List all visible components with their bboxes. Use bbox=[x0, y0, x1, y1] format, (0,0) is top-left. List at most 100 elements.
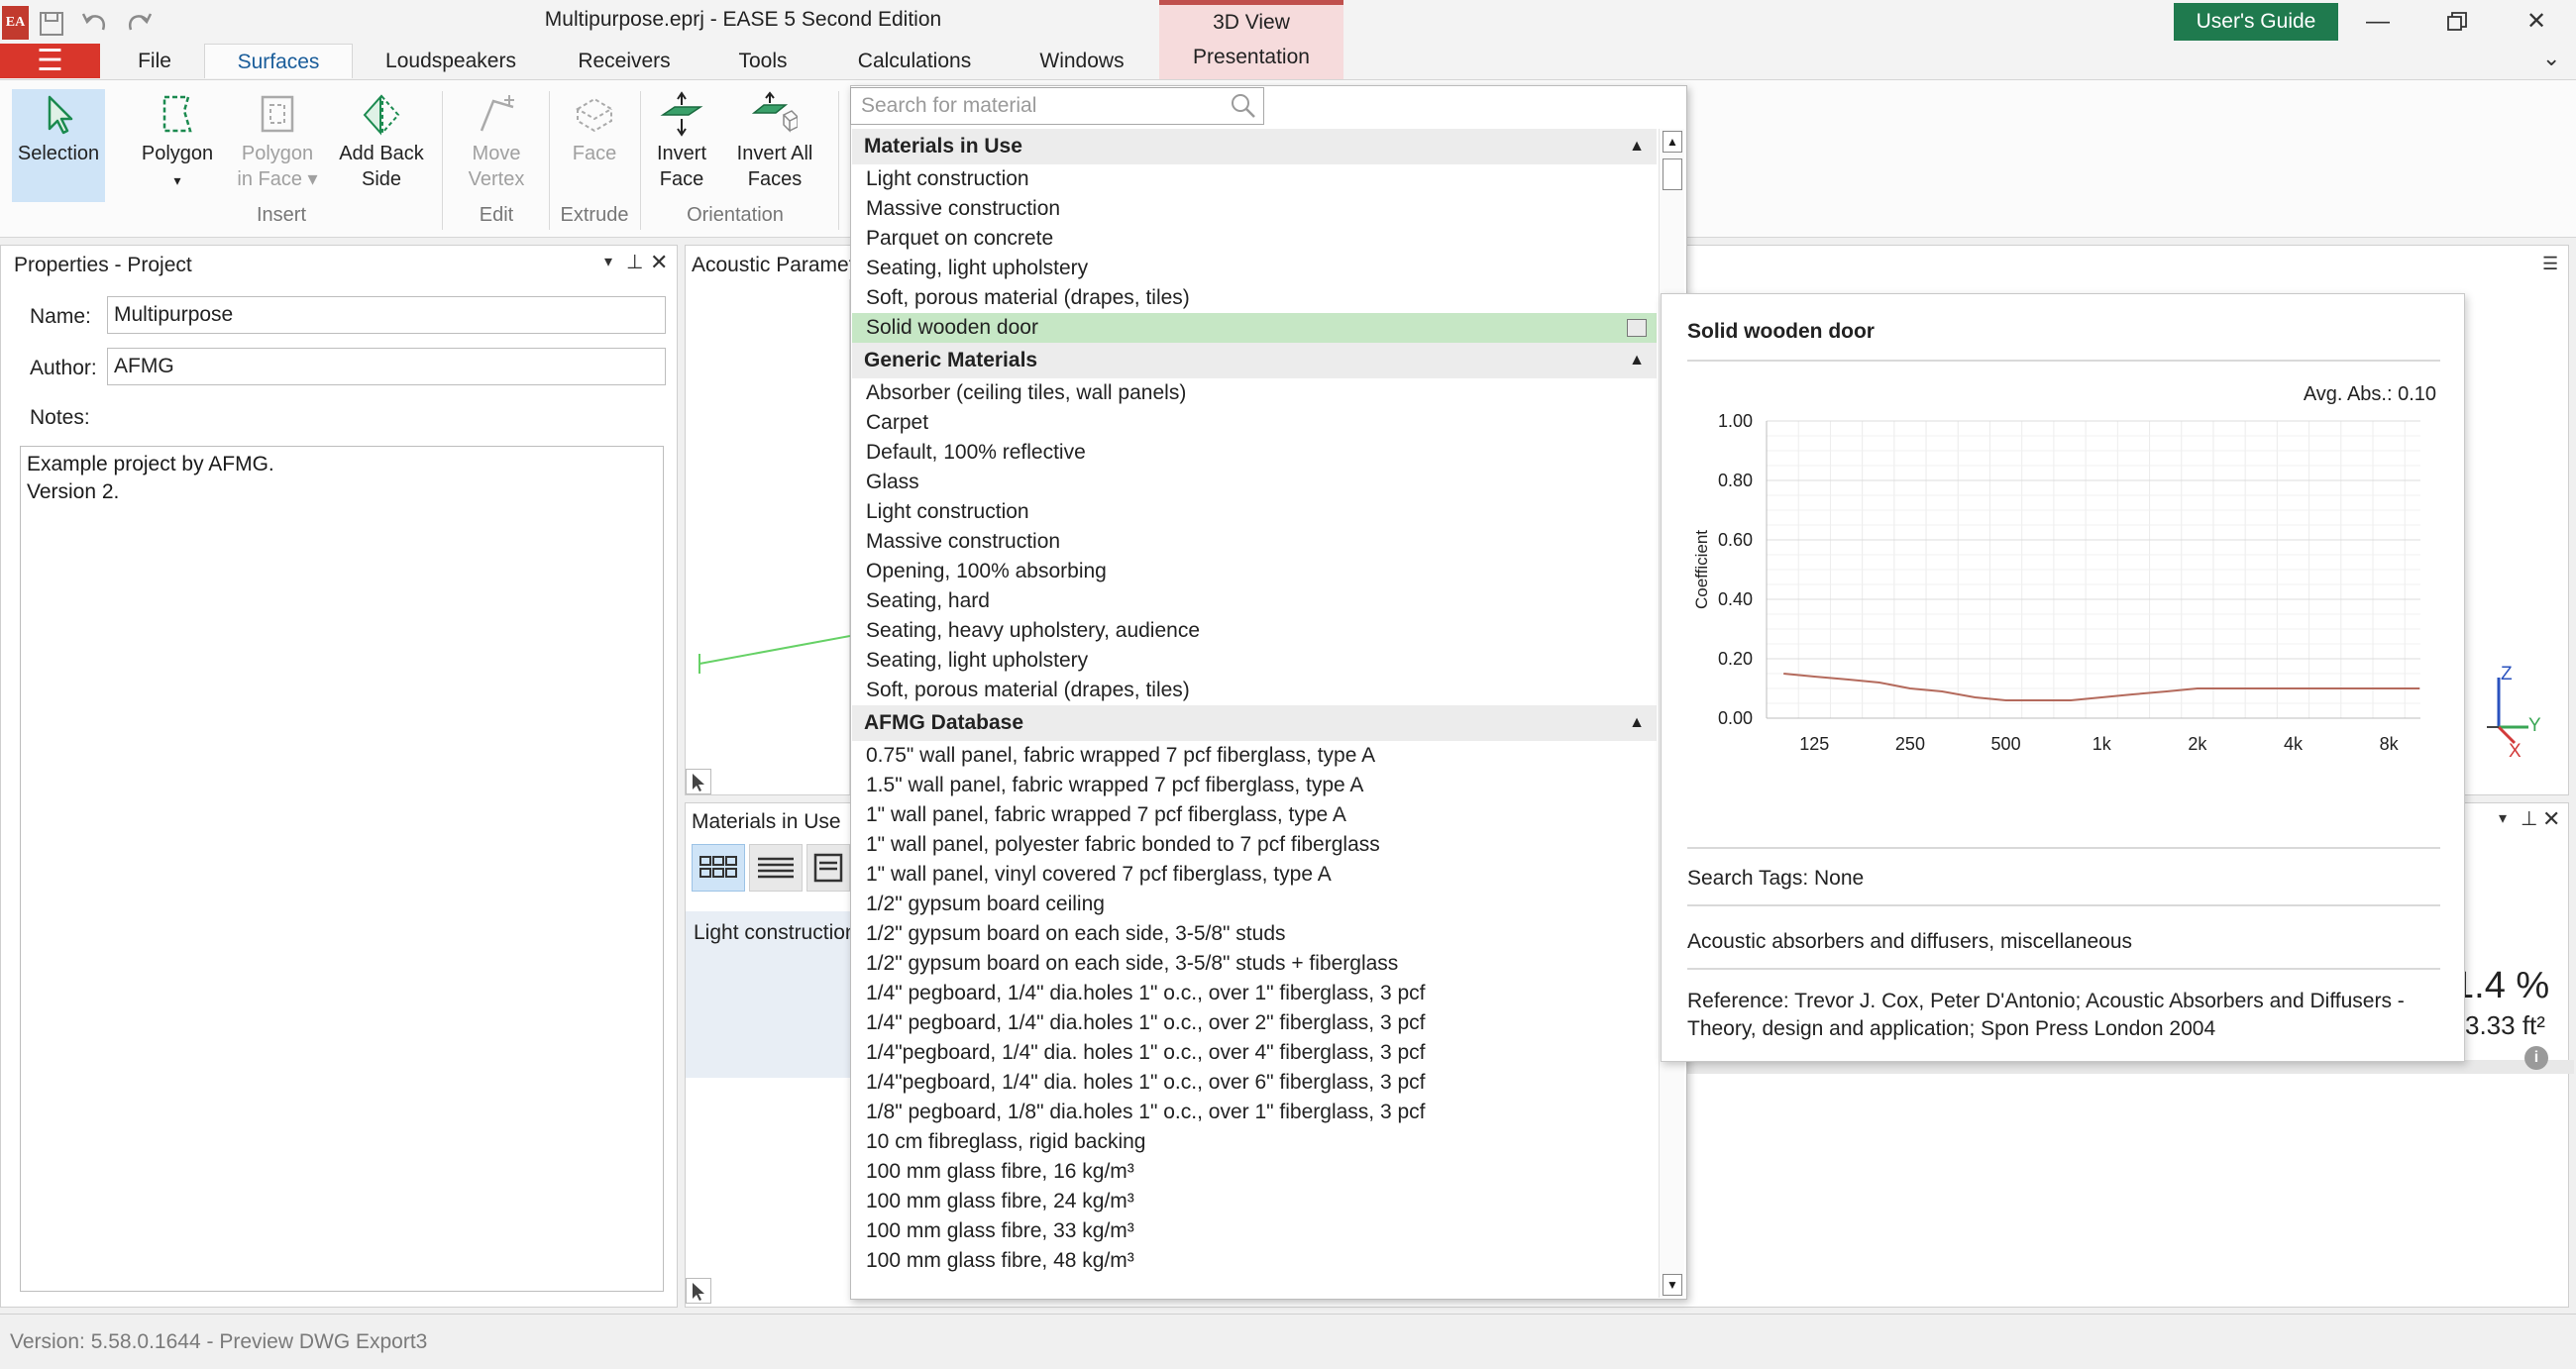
materials-panel-pin-icon[interactable]: ⊥ bbox=[2521, 806, 2537, 831]
invert-all-faces-button[interactable]: Invert All Faces bbox=[725, 91, 824, 192]
section-materials-in-use[interactable]: Materials in Use ▲ bbox=[852, 129, 1657, 164]
add-back-side-button[interactable]: Add Back Side bbox=[333, 91, 430, 192]
list-item[interactable]: 100 mm glass fibre, 33 kg/m³ bbox=[852, 1216, 1657, 1246]
tab-tools[interactable]: Tools bbox=[713, 44, 812, 78]
list-item[interactable]: Opening, 100% absorbing bbox=[852, 557, 1657, 586]
material-list: Materials in Use ▲ Light construction Ma… bbox=[852, 129, 1657, 1298]
tab-receivers[interactable]: Receivers bbox=[555, 44, 694, 78]
divider bbox=[1687, 968, 2440, 970]
scroll-thumb[interactable] bbox=[1663, 158, 1682, 190]
app-logo-icon: EA bbox=[2, 6, 29, 40]
polygon-button[interactable]: Polygon ▾ bbox=[133, 91, 222, 193]
material-swatch-icon bbox=[1627, 319, 1647, 337]
list-item[interactable]: Glass bbox=[852, 468, 1657, 497]
polygon-in-face-button[interactable]: Polygon in Face ▾ bbox=[228, 91, 327, 192]
ribbon-separator bbox=[640, 91, 641, 230]
save-icon[interactable] bbox=[36, 8, 67, 40]
pin-icon[interactable]: ⊥ bbox=[626, 250, 643, 274]
list-item[interactable]: Soft, porous material (drapes, tiles) bbox=[852, 676, 1657, 705]
close-window-icon[interactable]: ✕ bbox=[2507, 2, 2566, 42]
list-item[interactable]: 1.5" wall panel, fabric wrapped 7 pcf fi… bbox=[852, 771, 1657, 800]
hamburger-menu-button[interactable]: ☰ bbox=[0, 44, 100, 78]
materials-panel-close-icon[interactable]: ✕ bbox=[2542, 806, 2560, 832]
author-input[interactable]: AFMG bbox=[107, 348, 666, 385]
list-item[interactable]: Massive construction bbox=[852, 527, 1657, 557]
undo-icon[interactable] bbox=[79, 8, 111, 40]
list-item[interactable]: Light construction bbox=[852, 497, 1657, 527]
section-generic-materials[interactable]: Generic Materials ▲ bbox=[852, 343, 1657, 378]
list-item[interactable]: Default, 100% reflective bbox=[852, 438, 1657, 468]
list-item[interactable]: 1/4"pegboard, 1/4" dia. holes 1" o.c., o… bbox=[852, 1038, 1657, 1068]
list-item[interactable]: 100 mm glass fibre, 24 kg/m³ bbox=[852, 1187, 1657, 1216]
ribbon-collapse-chevron-icon[interactable]: ⌄ bbox=[2542, 46, 2560, 71]
name-input[interactable]: Multipurpose bbox=[107, 296, 666, 334]
tab-file[interactable]: File bbox=[115, 44, 194, 78]
list-item[interactable]: 10 cm fibreglass, rigid backing bbox=[852, 1127, 1657, 1157]
redo-icon[interactable] bbox=[123, 8, 155, 40]
chart-y-tick-label: 1.00 bbox=[1718, 411, 1753, 431]
list-item[interactable]: Seating, heavy upholstery, audience bbox=[852, 616, 1657, 646]
list-item[interactable]: Absorber (ceiling tiles, wall panels) bbox=[852, 378, 1657, 408]
viewport-pointer-icon[interactable] bbox=[686, 769, 711, 794]
info-icon[interactable]: i bbox=[2524, 1046, 2548, 1070]
list-item[interactable]: 1/4" pegboard, 1/4" dia.holes 1" o.c., o… bbox=[852, 1008, 1657, 1038]
scroll-up-icon[interactable]: ▲ bbox=[1663, 131, 1682, 153]
collapse-up-icon[interactable]: ▲ bbox=[1629, 705, 1645, 741]
chart-y-tick-label: 0.20 bbox=[1718, 649, 1753, 669]
users-guide-button[interactable]: User's Guide bbox=[2174, 3, 2338, 41]
list-item[interactable]: 1/2" gypsum board on each side, 3-5/8" s… bbox=[852, 949, 1657, 979]
list-item[interactable]: Seating, hard bbox=[852, 586, 1657, 616]
tab-loudspeakers[interactable]: Loudspeakers bbox=[367, 44, 535, 78]
tab-windows[interactable]: Windows bbox=[1020, 44, 1143, 78]
list-item[interactable]: 1/4" pegboard, 1/4" dia.holes 1" o.c., o… bbox=[852, 979, 1657, 1008]
list-item[interactable]: Parquet on concrete bbox=[852, 224, 1657, 254]
materials-panel-menu-icon[interactable]: ▾ bbox=[2499, 808, 2507, 828]
list-item-selected[interactable]: Solid wooden door bbox=[852, 313, 1657, 343]
collapse-up-icon[interactable]: ▲ bbox=[1629, 129, 1645, 164]
add-back-side-icon bbox=[363, 94, 400, 136]
minimize-icon[interactable]: — bbox=[2348, 2, 2408, 42]
tab-surfaces[interactable]: Surfaces bbox=[204, 44, 353, 78]
list-item[interactable]: 1/4"pegboard, 1/4" dia. holes 1" o.c., o… bbox=[852, 1068, 1657, 1098]
list-item[interactable]: 1" wall panel, fabric wrapped 7 pcf fibe… bbox=[852, 800, 1657, 830]
move-vertex-button[interactable]: Move Vertex bbox=[452, 91, 541, 192]
list-item[interactable]: 0.75" wall panel, fabric wrapped 7 pcf f… bbox=[852, 741, 1657, 771]
close-panel-icon[interactable]: ✕ bbox=[650, 250, 668, 275]
list-view-button[interactable] bbox=[749, 844, 803, 892]
detail-view-button[interactable] bbox=[806, 844, 850, 892]
material-search-input[interactable]: Search for material bbox=[850, 87, 1264, 125]
polygon-label: Polygon bbox=[141, 143, 214, 164]
list-item[interactable]: Massive construction bbox=[852, 194, 1657, 224]
list-item[interactable]: Light construction bbox=[852, 164, 1657, 194]
grid-view-button[interactable] bbox=[692, 844, 745, 892]
panel-options-icon[interactable]: ☰ bbox=[2542, 254, 2558, 274]
scroll-down-icon[interactable]: ▼ bbox=[1663, 1274, 1682, 1296]
list-item[interactable]: 100 mm glass fibre, 16 kg/m³ bbox=[852, 1157, 1657, 1187]
list-item[interactable]: 1" wall panel, polyester fabric bonded t… bbox=[852, 830, 1657, 860]
list-item[interactable]: Seating, light upholstery bbox=[852, 646, 1657, 676]
list-item[interactable]: 1" wall panel, vinyl covered 7 pcf fiber… bbox=[852, 860, 1657, 890]
search-icon[interactable] bbox=[1229, 91, 1258, 121]
list-item[interactable]: 1/2" gypsum board ceiling bbox=[852, 890, 1657, 919]
viewport-3d[interactable] bbox=[686, 279, 851, 794]
face-button[interactable]: Face bbox=[555, 91, 634, 166]
list-item[interactable]: 100 mm glass fibre, 48 kg/m³ bbox=[852, 1246, 1657, 1276]
list-item[interactable]: Soft, porous material (drapes, tiles) bbox=[852, 283, 1657, 313]
restore-icon[interactable] bbox=[2427, 2, 2487, 42]
selection-button[interactable]: Selection bbox=[12, 91, 105, 166]
list-item[interactable]: 1/2" gypsum board on each side, 3-5/8" s… bbox=[852, 919, 1657, 949]
panel-menu-chevron-icon[interactable]: ▾ bbox=[604, 252, 612, 271]
notes-textarea[interactable]: Example project by AFMG. Version 2. bbox=[20, 446, 664, 1292]
invert-face-button[interactable]: Invert Face bbox=[644, 91, 719, 192]
chart-y-tick-label: 0.00 bbox=[1718, 708, 1753, 728]
list-item[interactable]: Carpet bbox=[852, 408, 1657, 438]
section-afmg-database[interactable]: AFMG Database ▲ bbox=[852, 705, 1657, 741]
material-row-card[interactable]: Light construction bbox=[686, 911, 850, 1078]
list-item[interactable]: 1/8" pegboard, 1/8" dia.holes 1" o.c., o… bbox=[852, 1098, 1657, 1127]
material-row-name: Light construction bbox=[694, 921, 850, 944]
tab-presentation[interactable]: Presentation bbox=[1159, 41, 1343, 74]
collapse-up-icon[interactable]: ▲ bbox=[1629, 343, 1645, 378]
tab-calculations[interactable]: Calculations bbox=[840, 44, 989, 78]
list-item[interactable]: Seating, light upholstery bbox=[852, 254, 1657, 283]
materials-pointer-icon[interactable] bbox=[686, 1278, 711, 1304]
